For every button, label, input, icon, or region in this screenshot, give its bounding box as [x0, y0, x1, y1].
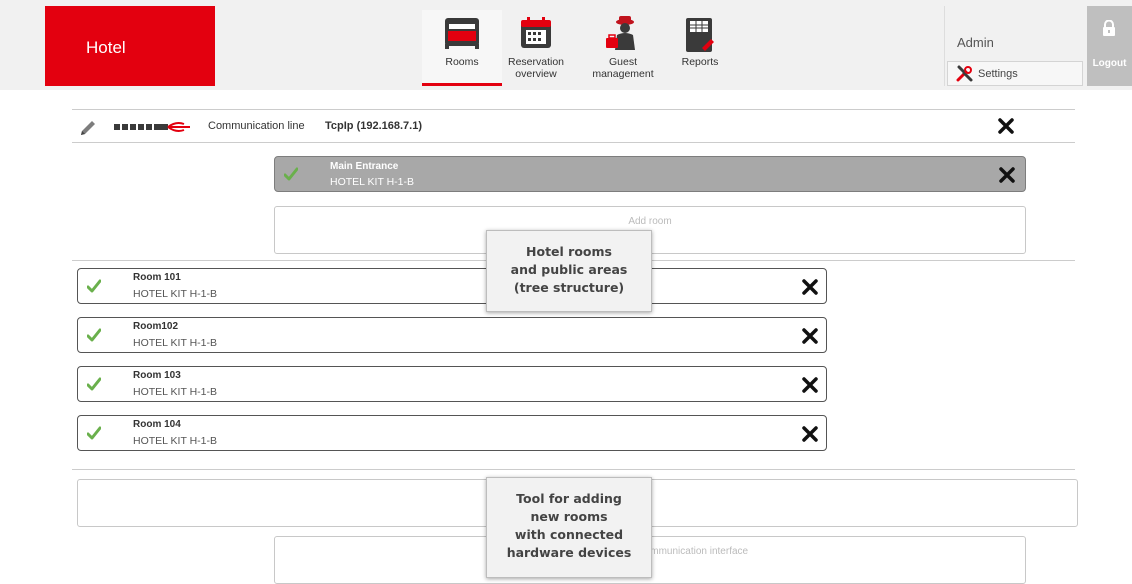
remove-room-icon[interactable] [801, 327, 819, 345]
tab-reservation-label: Reservation overview [507, 56, 565, 80]
settings-label: Settings [978, 68, 1018, 80]
tab-reports-label: Reports [681, 56, 719, 68]
settings-button[interactable]: Settings [947, 61, 1083, 86]
room-item[interactable]: Room 104 HOTEL KIT H-1-B [77, 415, 827, 451]
room-device: HOTEL KIT H-1-B [133, 435, 218, 447]
check-icon [87, 377, 101, 391]
room-name: Room 104 [133, 419, 181, 430]
user-panel: Admin Settings [944, 6, 1086, 86]
report-icon [686, 18, 714, 52]
lock-icon [1103, 20, 1115, 36]
entrance-device: HOTEL KIT H-1-B [330, 176, 415, 188]
tab-guest-management[interactable]: Guest management [580, 10, 666, 86]
logout-label: Logout [1092, 58, 1127, 69]
check-icon [87, 426, 101, 440]
callout-line: with connected [514, 527, 624, 542]
tab-guest-label: Guest management [592, 56, 654, 80]
guest-icon [606, 16, 635, 50]
comm-line-value: TcpIp (192.168.7.1) [325, 120, 423, 132]
remove-comm-line-icon[interactable] [997, 117, 1015, 135]
room-device: HOTEL KIT H-1-B [133, 386, 218, 398]
room-name: Room 103 [133, 370, 181, 381]
tree-structure-callout: Hotel rooms and public areas (tree struc… [486, 230, 652, 312]
room-name: Room102 [133, 321, 179, 332]
divider [72, 469, 1075, 470]
divider [72, 142, 1075, 143]
tab-reports[interactable]: Reports [670, 10, 730, 86]
callout-line: Hotel rooms [526, 244, 612, 259]
app-header: Hotel Rooms Reservation overview Guest m… [0, 0, 1132, 90]
logout-button[interactable]: Logout [1087, 6, 1132, 86]
divider [72, 109, 1075, 110]
check-icon [284, 167, 298, 181]
remove-room-icon[interactable] [801, 425, 819, 443]
brand-logo: Hotel [45, 6, 215, 86]
remove-room-icon[interactable] [801, 278, 819, 296]
tools-icon [956, 65, 973, 82]
tab-reservation-overview[interactable]: Reservation overview [505, 10, 567, 86]
add-room-label: Add room [628, 216, 672, 227]
room-item[interactable]: Room102 HOTEL KIT H-1-B [77, 317, 827, 353]
callout-line: and public areas [510, 262, 628, 277]
room-item[interactable]: Room 101 HOTEL KIT H-1-B [77, 268, 827, 304]
callout-line: new rooms [530, 509, 608, 524]
callout-line: hardware devices [506, 545, 632, 560]
check-icon [87, 279, 101, 293]
entrance-item[interactable]: Main Entrance HOTEL KIT H-1-B [274, 156, 1026, 192]
calendar-icon [521, 17, 551, 48]
remove-room-icon[interactable] [801, 376, 819, 394]
room-item[interactable]: Room 103 HOTEL KIT H-1-B [77, 366, 827, 402]
entrance-name: Main Entrance [330, 161, 399, 172]
callout-line: Tool for adding [516, 491, 622, 506]
add-tool-callout: Tool for adding new rooms with connected… [486, 477, 652, 578]
room-device: HOTEL KIT H-1-B [133, 288, 218, 300]
room-device: HOTEL KIT H-1-B [133, 337, 218, 349]
tab-rooms-label: Rooms [445, 56, 479, 68]
user-name: Admin [957, 35, 994, 50]
edit-pencil-icon[interactable] [78, 118, 98, 138]
comm-line-label: Communication line [208, 120, 305, 132]
bed-icon [445, 18, 479, 49]
cable-icon [114, 122, 190, 132]
tab-rooms[interactable]: Rooms [422, 10, 502, 86]
callout-line: (tree structure) [513, 280, 625, 295]
room-name: Room 101 [133, 272, 181, 283]
check-icon [87, 328, 101, 342]
remove-entrance-icon[interactable] [998, 166, 1016, 184]
